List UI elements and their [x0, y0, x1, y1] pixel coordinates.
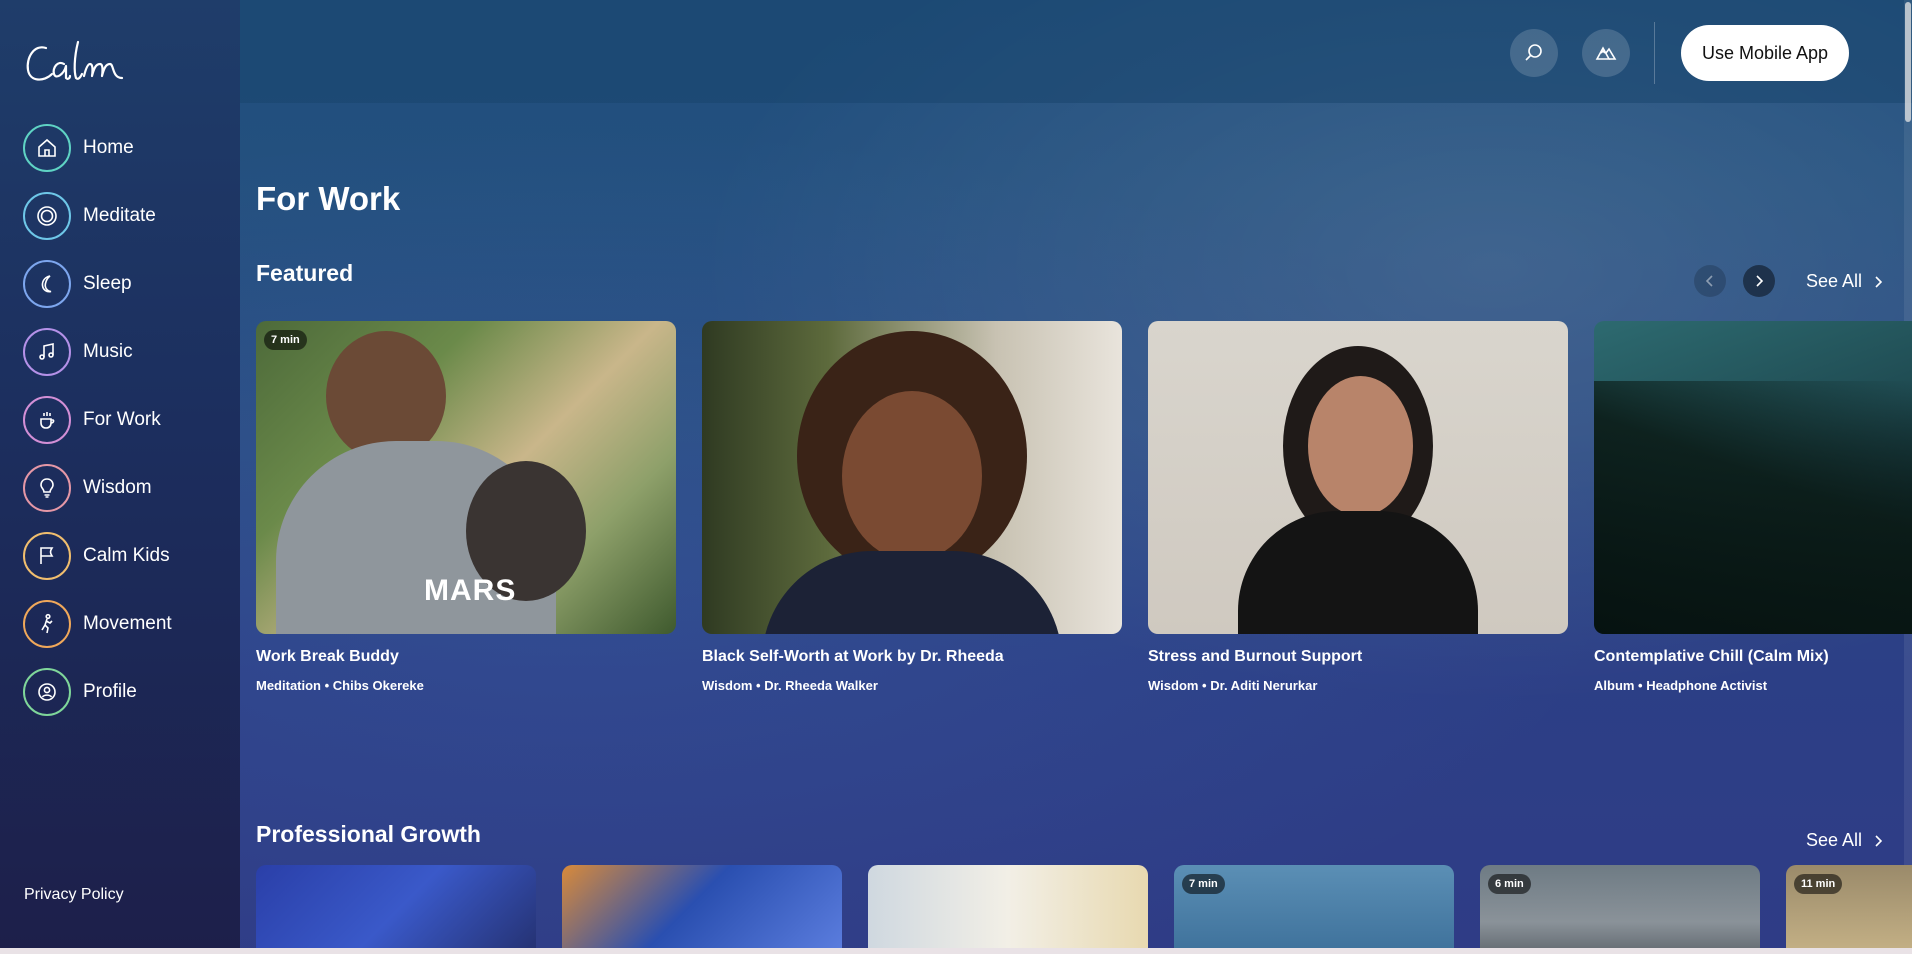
nav-home[interactable]: Home: [23, 123, 233, 173]
coffee-cup-icon: [23, 396, 71, 444]
card-subtitle: Wisdom • Dr. Rheeda Walker: [702, 678, 878, 693]
home-icon: [23, 124, 71, 172]
calm-logo[interactable]: [24, 38, 128, 88]
card-title: Contemplative Chill (Calm Mix): [1594, 648, 1829, 665]
nav-movement[interactable]: Movement: [23, 599, 233, 649]
professional-growth-card[interactable]: 7 min: [1174, 865, 1454, 954]
card-image: [1148, 321, 1568, 634]
nav-profile[interactable]: Profile: [23, 667, 233, 717]
nav-meditate[interactable]: Meditate: [23, 191, 233, 241]
professional-growth-card[interactable]: 11 min: [1786, 865, 1912, 954]
meditate-icon: [23, 192, 71, 240]
nav-label-movement: Movement: [83, 613, 172, 634]
card-title: Stress and Burnout Support: [1148, 648, 1363, 665]
main-content: Use Mobile App For Work Featured See All…: [240, 0, 1912, 954]
card-image: [1594, 321, 1912, 634]
sidebar: Home Meditate Sleep Music For Work Wisdo…: [0, 0, 240, 954]
chevron-right-icon: [1875, 834, 1883, 847]
duration-badge: 11 min: [1794, 874, 1843, 894]
featured-card-black-self-worth[interactable]: Black Self-Worth at Work by Dr. Rheeda W…: [702, 321, 1122, 693]
chevron-right-icon: [1875, 275, 1883, 288]
mars-logo-text: MARS: [424, 574, 517, 607]
featured-see-all-link[interactable]: See All: [1806, 271, 1886, 292]
nav-label-calm-kids: Calm Kids: [83, 545, 170, 566]
search-button[interactable]: [1510, 29, 1558, 77]
featured-card-contemplative-chill[interactable]: Contemplative Chill (Calm Mix) Album • H…: [1594, 321, 1912, 693]
movement-icon: [23, 600, 71, 648]
nav-label-music: Music: [83, 341, 133, 362]
moon-icon: [23, 260, 71, 308]
chevron-right-icon: [1756, 275, 1764, 287]
nav-label-home: Home: [83, 137, 134, 158]
window-bottom-edge: [0, 948, 1912, 954]
card-image: [702, 321, 1122, 634]
use-mobile-app-button[interactable]: Use Mobile App: [1681, 25, 1849, 81]
duration-badge: 7 min: [264, 330, 307, 350]
duration-badge: 6 min: [1488, 874, 1531, 894]
page-title: For Work: [256, 180, 401, 217]
nav-sleep[interactable]: Sleep: [23, 259, 233, 309]
see-all-label: See All: [1806, 271, 1863, 291]
music-note-icon: [23, 328, 71, 376]
search-icon: [1525, 44, 1542, 61]
privacy-policy-link[interactable]: Privacy Policy: [24, 886, 124, 904]
nav-label-profile: Profile: [83, 681, 137, 702]
nav-label-sleep: Sleep: [83, 273, 132, 294]
nav-calm-kids[interactable]: Calm Kids: [23, 531, 233, 581]
flag-icon: [23, 532, 71, 580]
duration-badge: 7 min: [1182, 874, 1225, 894]
user-icon: [23, 668, 71, 716]
professional-growth-card[interactable]: 6 min: [1480, 865, 1760, 954]
featured-card-stress-burnout[interactable]: Stress and Burnout Support Wisdom • Dr. …: [1148, 321, 1568, 693]
card-title: Work Break Buddy: [256, 648, 399, 665]
card-subtitle: Album • Headphone Activist: [1594, 678, 1768, 693]
professional-growth-card[interactable]: [868, 865, 1148, 954]
nav-for-work[interactable]: For Work: [23, 395, 233, 445]
carousel-next-button[interactable]: [1743, 265, 1775, 297]
top-bar: [240, 0, 1912, 103]
featured-card-work-break-buddy[interactable]: 7 min MARS Work Break Buddy Meditation •…: [256, 321, 676, 693]
see-all-label: See All: [1806, 830, 1863, 850]
card-subtitle: Wisdom • Dr. Aditi Nerurkar: [1148, 678, 1318, 693]
carousel-prev-button[interactable]: [1694, 265, 1726, 297]
card-title: Black Self-Worth at Work by Dr. Rheeda: [702, 648, 1004, 665]
mountains-icon: [1595, 46, 1617, 60]
nav-wisdom[interactable]: Wisdom: [23, 463, 233, 513]
professional-growth-see-all-link[interactable]: See All: [1806, 830, 1886, 851]
chevron-left-icon: [1705, 275, 1713, 287]
scrollbar-thumb[interactable]: [1905, 2, 1911, 122]
card-image: 7 min MARS: [256, 321, 676, 634]
professional-growth-card[interactable]: [562, 865, 842, 954]
featured-section-title: Featured: [256, 260, 354, 286]
professional-growth-card[interactable]: [256, 865, 536, 954]
nav-label-meditate: Meditate: [83, 205, 156, 226]
nav-label-wisdom: Wisdom: [83, 477, 152, 498]
professional-growth-section-title: Professional Growth: [256, 821, 481, 847]
nav-label-for-work: For Work: [83, 409, 161, 430]
nav-music[interactable]: Music: [23, 327, 233, 377]
header-divider: [1654, 22, 1655, 84]
card-subtitle: Meditation • Chibs Okereke: [256, 678, 424, 693]
scenes-button[interactable]: [1582, 29, 1630, 77]
lightbulb-icon: [23, 464, 71, 512]
